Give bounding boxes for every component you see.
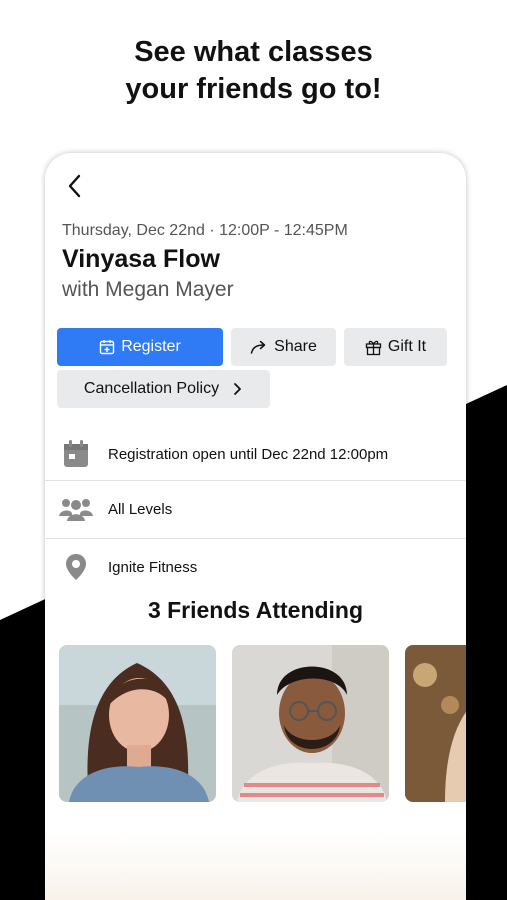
chevron-right-icon <box>234 383 241 395</box>
calendar-icon <box>59 437 93 471</box>
friend-photo[interactable] <box>232 645 389 802</box>
group-icon <box>59 492 93 526</box>
gift-icon <box>365 340 382 355</box>
headline-line-1: See what classes <box>134 36 373 68</box>
back-button[interactable] <box>65 173 87 199</box>
friend-photo[interactable] <box>59 645 216 802</box>
cancellation-policy-label: Cancellation Policy <box>83 380 220 397</box>
class-datetime: Thursday, Dec 22nd · 12:00P - 12:45PM <box>62 222 348 239</box>
class-title: Vinyasa Flow <box>62 245 220 273</box>
bottom-fade <box>45 833 466 900</box>
friends-attending-title: 3 Friends Attending <box>147 597 364 623</box>
location-row: Ignite Fitness <box>45 538 466 596</box>
location-text: Ignite Fitness <box>108 558 198 576</box>
chevron-left-icon <box>68 174 81 198</box>
gift-label: Gift It <box>387 338 427 355</box>
gift-button[interactable]: Gift It <box>344 328 447 366</box>
promo-headline: See what classes your friends go to! <box>0 34 507 108</box>
share-button[interactable]: Share <box>231 328 336 366</box>
cancellation-policy-button[interactable]: Cancellation Policy <box>57 370 270 408</box>
registration-text: Registration open until Dec 22nd 12:00pm <box>108 445 389 463</box>
friend-photo[interactable] <box>405 645 466 802</box>
register-label: Register <box>121 338 181 355</box>
share-arrow-icon <box>250 340 266 354</box>
headline-line-2: your friends go to! <box>125 73 382 105</box>
level-row: All Levels <box>45 480 466 538</box>
class-instructor: with Megan Mayer <box>62 278 234 301</box>
share-label: Share <box>274 338 317 355</box>
location-pin-icon <box>59 550 93 584</box>
registration-row: Registration open until Dec 22nd 12:00pm <box>45 425 466 483</box>
register-button[interactable]: Register <box>57 328 223 366</box>
calendar-plus-icon <box>100 340 115 355</box>
phone-screen: Thursday, Dec 22nd · 12:00P - 12:45PM Vi… <box>45 153 466 900</box>
level-text: All Levels <box>108 500 173 518</box>
